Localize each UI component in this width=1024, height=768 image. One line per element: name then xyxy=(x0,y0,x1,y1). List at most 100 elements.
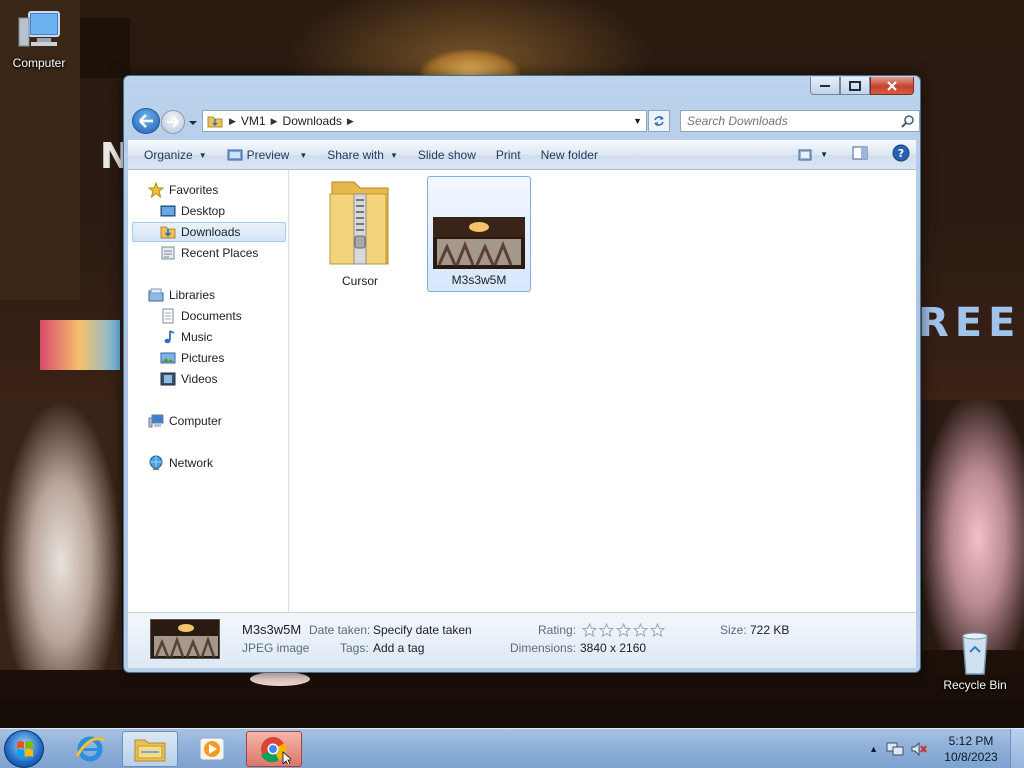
nav-network[interactable]: Network xyxy=(148,453,306,473)
size-label: Size: xyxy=(720,623,747,637)
search-input[interactable] xyxy=(681,111,891,131)
size-value: 722 KB xyxy=(750,623,790,637)
file-explorer-icon xyxy=(134,739,166,762)
refresh-icon xyxy=(654,116,664,126)
back-button[interactable] xyxy=(132,108,160,134)
explorer-window[interactable]: ▶ VM1 ▶ Downloads ▶ ▼ Organize ▼ Preview… xyxy=(123,75,921,673)
volume-muted-icon[interactable] xyxy=(910,741,928,757)
forward-arrow-icon xyxy=(167,116,179,128)
star-outline-icon[interactable] xyxy=(633,623,648,637)
organize-menu[interactable]: Organize ▼ xyxy=(128,143,217,167)
clock-date: 10/8/2023 xyxy=(944,750,998,764)
nav-libraries[interactable]: Libraries xyxy=(148,285,306,305)
share-with-menu[interactable]: Share with ▼ xyxy=(317,143,408,167)
chevron-down-icon: ▼ xyxy=(299,150,308,160)
file-item-cursor[interactable]: Cursor xyxy=(308,176,412,292)
taskbar-internet-explorer[interactable] xyxy=(62,731,118,767)
toolbar-right-controls: ▼ ? xyxy=(798,144,910,165)
print-label: Print xyxy=(495,148,521,162)
print-button[interactable]: Print xyxy=(486,143,531,167)
preview-pane-icon xyxy=(852,146,868,160)
image-thumbnail-icon xyxy=(151,620,219,658)
system-tray: ▲ 5:12 PM 10/8/2023 xyxy=(869,729,1024,768)
desktop-icon-computer[interactable]: Computer xyxy=(0,8,78,70)
nav-downloads[interactable]: Downloads xyxy=(132,222,286,242)
maximize-icon xyxy=(849,80,861,91)
preview-label: Preview xyxy=(246,148,290,162)
music-note-icon xyxy=(164,330,175,344)
show-desktop-button[interactable] xyxy=(1010,729,1024,768)
computer-icon xyxy=(15,8,63,52)
nav-computer[interactable]: Computer xyxy=(148,411,306,431)
recent-pages-dropdown[interactable] xyxy=(188,116,198,130)
help-button[interactable]: ? xyxy=(892,144,910,165)
star-outline-icon[interactable] xyxy=(599,623,614,637)
preview-pane-button[interactable] xyxy=(852,146,868,163)
nav-favorites[interactable]: Favorites xyxy=(148,180,306,200)
nav-label: Libraries xyxy=(169,288,216,302)
taskbar: ▲ 5:12 PM 10/8/2023 xyxy=(0,728,1024,768)
explorer-content: Favorites Desktop Downloads Recent Place… xyxy=(128,170,916,612)
chevron-down-icon: ▼ xyxy=(820,150,828,159)
documents-icon xyxy=(162,308,174,324)
zip-folder-icon xyxy=(329,181,389,265)
star-outline-icon[interactable] xyxy=(616,623,631,637)
clock-time: 5:12 PM xyxy=(948,734,994,748)
tags-value[interactable]: Add a tag xyxy=(373,641,424,655)
pictures-icon xyxy=(160,352,176,364)
star-outline-icon[interactable] xyxy=(582,623,597,637)
minimize-button[interactable] xyxy=(810,77,840,95)
star-icon xyxy=(148,182,164,198)
breadcrumb-vm1[interactable]: VM1 xyxy=(241,114,266,128)
slide-show-button[interactable]: Slide show xyxy=(408,143,486,167)
maximize-button[interactable] xyxy=(840,77,870,95)
address-dropdown-icon[interactable]: ▼ xyxy=(633,116,642,126)
date-taken-value[interactable]: Specify date taken xyxy=(373,623,472,637)
navigation-pane[interactable]: Favorites Desktop Downloads Recent Place… xyxy=(128,170,289,612)
taskbar-media-player[interactable] xyxy=(184,731,240,767)
date-taken-label: Date taken: xyxy=(309,623,371,637)
recent-places-icon xyxy=(161,246,175,260)
chevron-down-icon xyxy=(189,121,197,125)
share-with-label: Share with xyxy=(327,148,384,162)
start-button[interactable] xyxy=(4,730,44,768)
show-hidden-icons-button[interactable]: ▲ xyxy=(869,744,878,754)
breadcrumb-separator-icon[interactable]: ▶ xyxy=(271,116,278,127)
network-tray-icon[interactable] xyxy=(886,741,904,757)
desktop-icon xyxy=(160,205,176,217)
address-bar[interactable]: ▶ VM1 ▶ Downloads ▶ ▼ xyxy=(202,110,647,132)
change-view-button[interactable]: ▼ xyxy=(798,149,828,161)
image-thumbnail-icon xyxy=(433,217,525,269)
close-button[interactable] xyxy=(870,77,914,95)
windows-logo-icon xyxy=(17,741,33,757)
taskbar-file-explorer[interactable] xyxy=(122,731,178,767)
internet-explorer-icon xyxy=(75,736,105,762)
nav-label: Desktop xyxy=(181,204,226,218)
address-row: ▶ VM1 ▶ Downloads ▶ ▼ xyxy=(132,108,920,134)
breadcrumb-separator-icon[interactable]: ▶ xyxy=(347,116,354,127)
star-outline-icon[interactable] xyxy=(650,623,665,637)
preview-icon xyxy=(227,149,243,161)
media-player-icon xyxy=(199,737,225,761)
forward-button[interactable] xyxy=(161,110,185,134)
refresh-button[interactable] xyxy=(648,110,670,132)
preview-menu[interactable]: Preview ▼ xyxy=(217,143,318,167)
taskbar-chrome[interactable] xyxy=(246,731,302,767)
search-box[interactable] xyxy=(680,110,920,132)
libraries-icon xyxy=(148,288,164,302)
file-list[interactable]: Cursor M3s3w5M xyxy=(290,170,916,612)
breadcrumb-separator-icon[interactable]: ▶ xyxy=(229,116,236,127)
file-item-m3s3w5m[interactable]: M3s3w5M xyxy=(427,176,531,292)
desktop-icon-recycle-bin[interactable]: Recycle Bin xyxy=(936,630,1014,692)
clock[interactable]: 5:12 PM 10/8/2023 xyxy=(936,733,1006,765)
rating-stars[interactable] xyxy=(582,623,665,637)
caption-buttons xyxy=(810,77,914,95)
search-icon[interactable] xyxy=(901,114,915,128)
nav-label: Favorites xyxy=(169,183,219,197)
new-folder-label: New folder xyxy=(540,148,598,162)
breadcrumb-downloads[interactable]: Downloads xyxy=(283,114,342,128)
new-folder-button[interactable]: New folder xyxy=(531,143,608,167)
chevron-down-icon: ▼ xyxy=(198,150,207,160)
downloads-folder-icon xyxy=(160,226,176,239)
svg-text:?: ? xyxy=(898,147,904,160)
